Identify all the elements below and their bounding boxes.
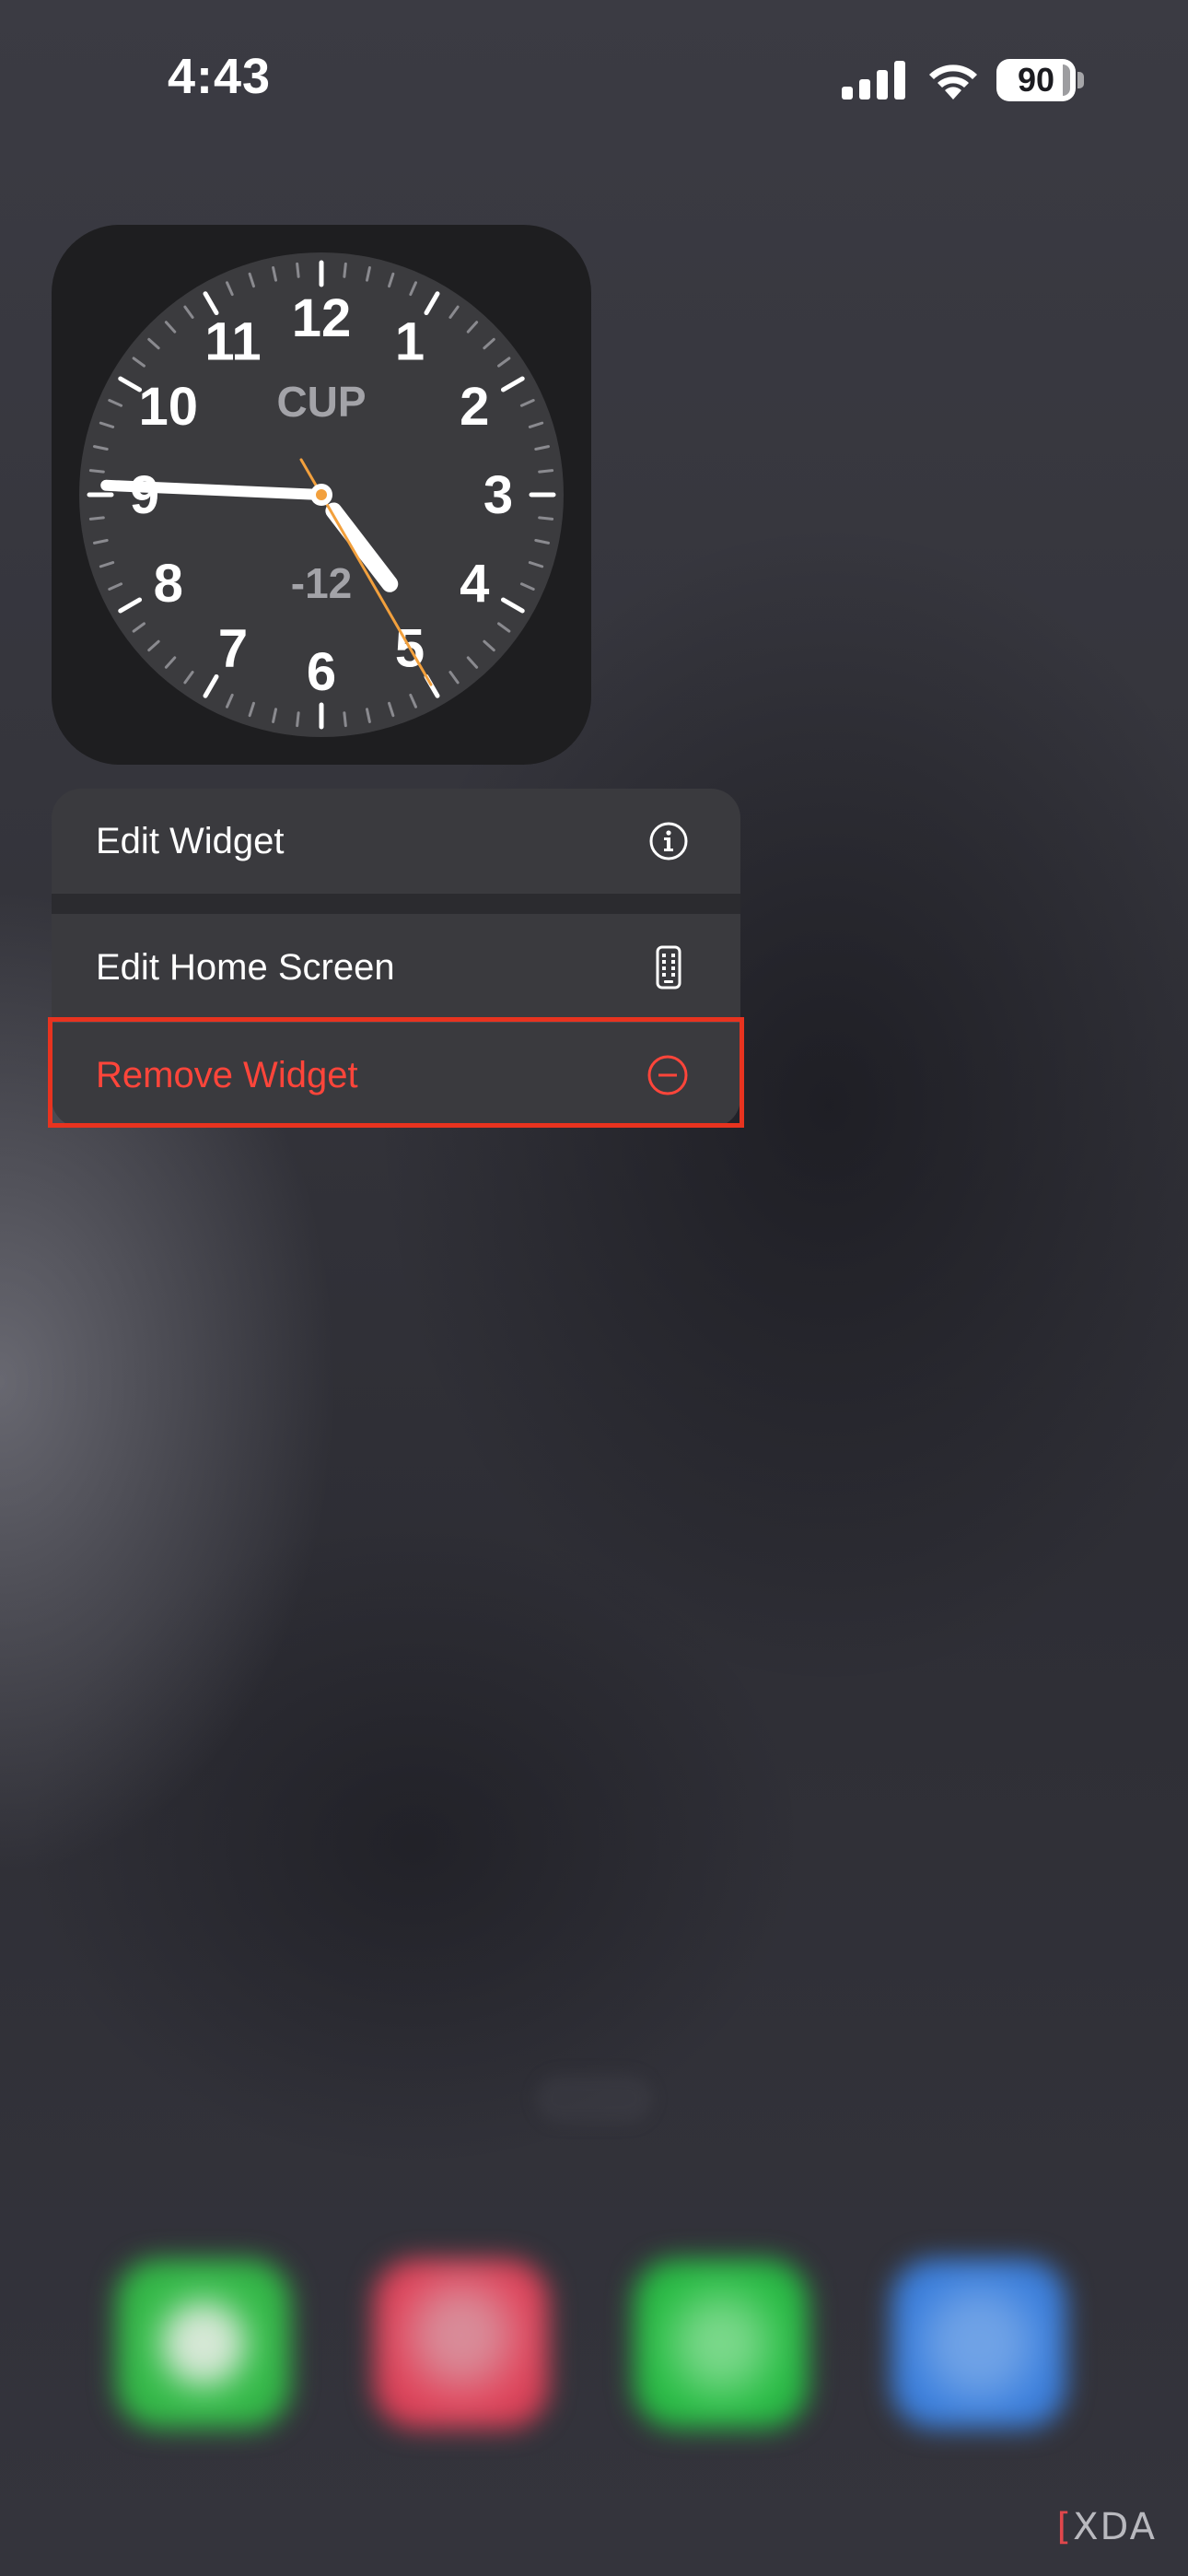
battery-icon: 90 [996, 59, 1085, 101]
minute-tick [343, 262, 347, 278]
status-bar: 4:43 90 [0, 0, 1188, 157]
minute-tick [538, 516, 554, 521]
minute-tick [343, 711, 347, 728]
watermark-text: XDA [1073, 2506, 1157, 2548]
menu-item-label: Edit Home Screen [96, 946, 395, 988]
minute-tick [296, 711, 300, 728]
page-indicator[interactable] [536, 2075, 652, 2123]
clock-numeral: 9 [130, 465, 159, 525]
menu-item-label: Edit Widget [96, 820, 285, 861]
menu-item-edit-home-screen[interactable]: Edit Home Screen [52, 914, 740, 1021]
clock-numeral: 1 [395, 312, 425, 372]
wifi-icon [929, 64, 977, 100]
minute-tick [538, 469, 554, 474]
clock-numeral: 3 [483, 465, 513, 525]
status-time: 4:43 [168, 49, 272, 104]
clock-numeral: 10 [138, 377, 198, 437]
minute-tick [88, 469, 105, 474]
xda-watermark: [XDA [1057, 2506, 1157, 2548]
clock-city-label: CUP [276, 378, 366, 426]
battery-level: 90 [996, 59, 1076, 101]
remove-widget-highlight [48, 1017, 744, 1128]
phone-icon [656, 945, 681, 989]
messages-app-icon[interactable] [116, 2259, 291, 2429]
menu-item-edit-widget[interactable]: Edit Widget [52, 789, 740, 894]
clock-numeral: 8 [154, 554, 183, 614]
clock-numeral: 2 [460, 377, 489, 437]
clock-numeral: 11 [204, 312, 261, 372]
clock-numeral: 6 [307, 642, 336, 702]
world-clock-widget[interactable]: 121234567891011 CUP -12 [52, 225, 591, 765]
hub-inner [316, 489, 327, 500]
cellular-signal-icon [842, 61, 905, 100]
safari-app-icon[interactable] [891, 2259, 1066, 2429]
minute-tick [296, 262, 300, 278]
music-app-icon[interactable] [374, 2259, 549, 2429]
info-icon [649, 822, 688, 861]
minute-tick [88, 516, 105, 521]
watermark-bracket: [ [1056, 2506, 1074, 2548]
menu-separator [52, 894, 740, 914]
clock-face: 121234567891011 CUP -12 [79, 252, 564, 737]
battery-tip [1077, 72, 1084, 88]
clock-offset-label: -12 [291, 559, 352, 607]
clock-numeral: 12 [292, 288, 352, 348]
clock-numeral: 4 [460, 554, 489, 614]
phone-app-icon[interactable] [634, 2259, 809, 2429]
clock-numeral: 7 [218, 618, 248, 678]
